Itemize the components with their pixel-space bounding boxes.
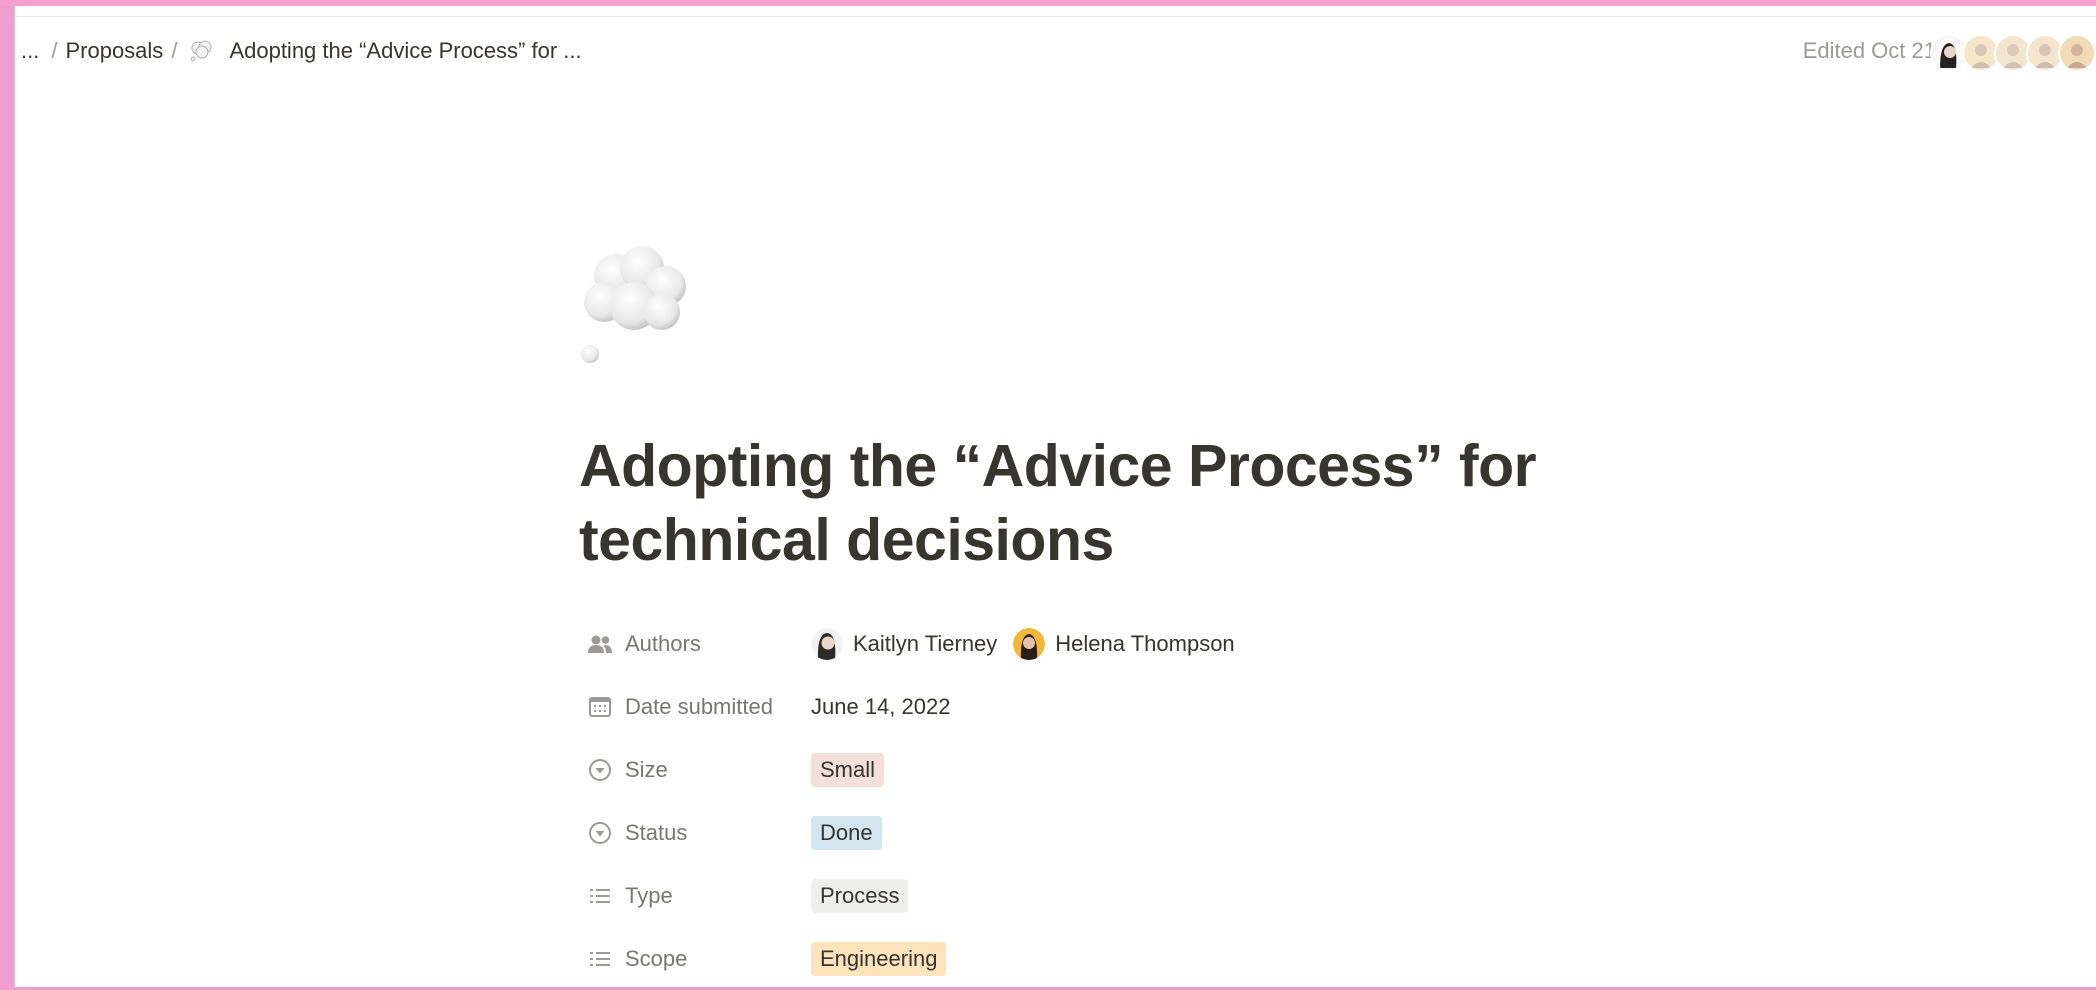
property-authors[interactable]: Authors Kaitlyn Tierney Helena Thompson [585, 612, 1251, 675]
type-tag[interactable]: Process [811, 878, 909, 913]
calendar-icon [585, 692, 615, 722]
breadcrumb-current-page[interactable]: Adopting the “Advice Process” for ... [229, 38, 581, 64]
breadcrumb-separator: / [51, 38, 58, 63]
notion-window: ... / Proposals / Adopting the “Advice P… [14, 6, 2096, 987]
avatar-icon[interactable] [2058, 34, 2096, 72]
select-icon [585, 818, 615, 848]
property-label: Type [625, 882, 673, 908]
property-type[interactable]: Type Process [585, 864, 1251, 927]
property-label: Date submitted [625, 693, 773, 719]
size-tag[interactable]: Small [811, 752, 885, 787]
scope-tag[interactable]: Engineering [811, 941, 947, 976]
property-label: Status [625, 819, 688, 845]
person-chip[interactable]: Helena Thompson [1013, 627, 1235, 660]
breadcrumb: ... / Proposals / Adopting the “Advice P… [21, 38, 582, 64]
property-label: Scope [625, 945, 688, 971]
collaborator-avatars[interactable] [1930, 34, 2096, 72]
page-title[interactable]: Adopting the “Advice Process” for techni… [579, 429, 1629, 577]
edited-timestamp[interactable]: Edited Oct 21 [1803, 38, 1936, 64]
top-divider [15, 16, 2096, 17]
avatar [811, 627, 843, 660]
property-date-submitted[interactable]: Date submitted June 14, 2022 [585, 675, 1251, 738]
breadcrumb-proposals[interactable]: Proposals [65, 38, 163, 64]
property-scope[interactable]: Scope Engineering [585, 927, 1251, 990]
person-chip[interactable]: Kaitlyn Tierney [811, 627, 998, 660]
list-icon [585, 944, 615, 974]
thought-balloon-icon [189, 38, 219, 64]
list-icon [585, 881, 615, 911]
property-label: Size [625, 756, 668, 782]
properties-panel: Authors Kaitlyn Tierney Helena Thompson [585, 612, 1251, 990]
avatar [1013, 627, 1046, 660]
person-name: Kaitlyn Tierney [853, 630, 998, 656]
people-icon [585, 629, 615, 659]
property-status[interactable]: Status Done [585, 801, 1251, 864]
status-tag[interactable]: Done [811, 815, 882, 850]
property-label: Authors [625, 630, 701, 656]
breadcrumb-separator: / [171, 38, 178, 63]
date-value[interactable]: June 14, 2022 [811, 694, 950, 720]
person-name: Helena Thompson [1055, 630, 1235, 656]
select-icon [585, 755, 615, 785]
thought-balloon-icon[interactable] [578, 242, 698, 366]
property-size[interactable]: Size Small [585, 738, 1251, 801]
breadcrumb-ellipsis[interactable]: ... [21, 38, 39, 64]
